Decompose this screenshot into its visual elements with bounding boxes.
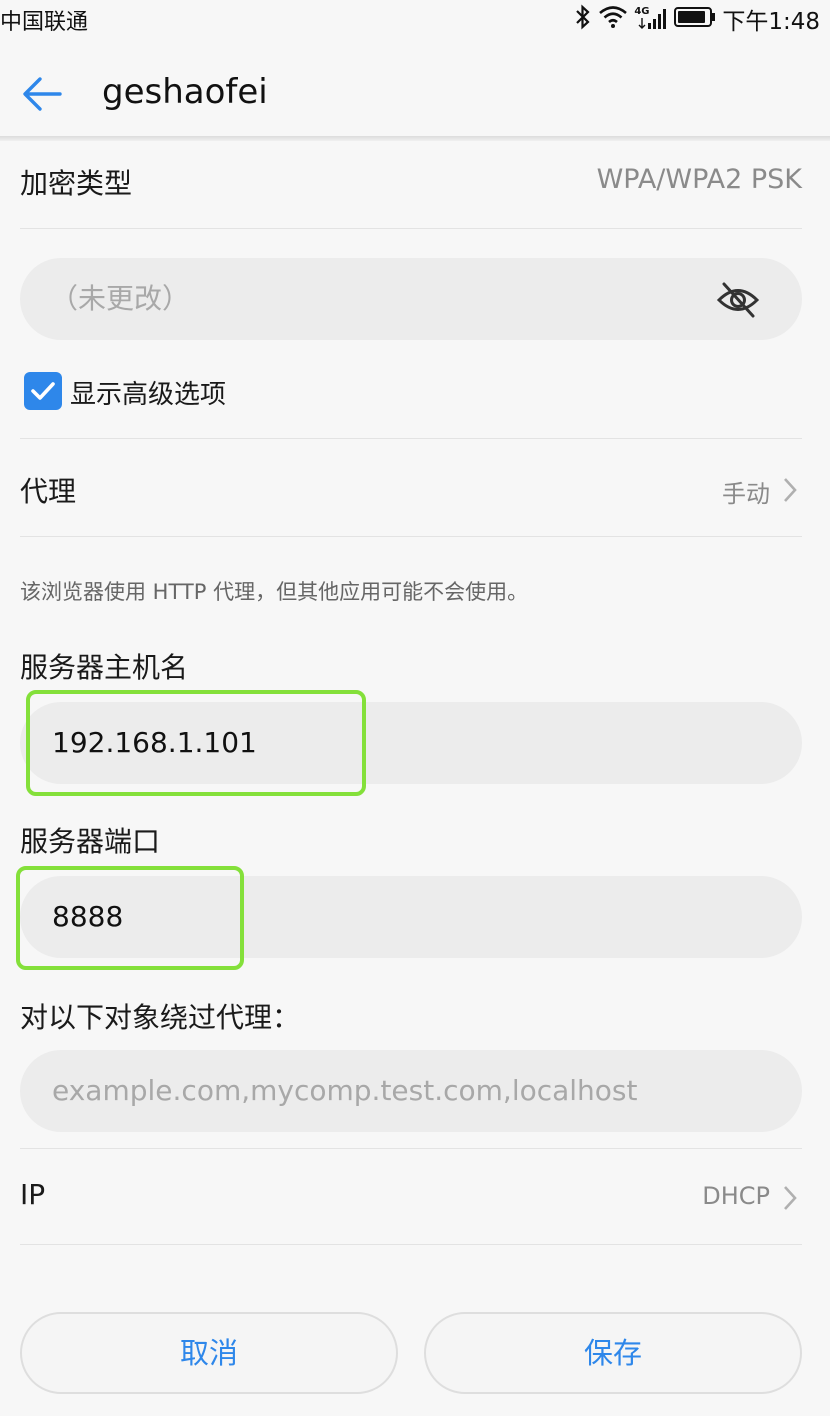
proxy-label: 代理	[20, 475, 77, 508]
ip-settings-row[interactable]: IP DHCP	[20, 1178, 802, 1222]
security-type-value: WPA/WPA2 PSK	[596, 164, 802, 195]
ip-label: IP	[20, 1178, 46, 1211]
signal-icon: 4G	[634, 6, 668, 32]
divider	[20, 228, 802, 229]
divider	[20, 536, 802, 537]
port-highlight-box	[16, 866, 244, 970]
password-placeholder: （未更改）	[50, 282, 191, 315]
chevron-right-icon	[780, 476, 800, 504]
app-bar: geshaofei	[0, 38, 830, 136]
save-button[interactable]: 保存	[424, 1312, 802, 1394]
proxy-value: 手动	[722, 480, 770, 508]
chevron-right-icon	[780, 1184, 800, 1212]
hide-password-eye-icon[interactable]	[716, 278, 760, 322]
security-type-label: 加密类型	[20, 167, 133, 200]
cancel-button[interactable]: 取消	[20, 1312, 398, 1394]
carrier-name: 中国联通	[0, 10, 89, 35]
bypass-label: 对以下对象绕过代理：	[20, 1001, 301, 1034]
host-label: 服务器主机名	[20, 651, 189, 684]
battery-icon	[674, 6, 716, 32]
divider	[20, 1148, 802, 1149]
password-input[interactable]: （未更改）	[20, 258, 802, 340]
bypass-placeholder: example.com,mycomp.test.com,localhost	[52, 1074, 638, 1107]
bluetooth-icon	[574, 4, 592, 34]
bypass-input[interactable]: example.com,mycomp.test.com,localhost	[20, 1050, 802, 1132]
security-type-row: 加密类型 WPA/WPA2 PSK	[20, 162, 802, 202]
back-arrow-icon[interactable]	[20, 72, 64, 116]
page-title: geshaofei	[102, 72, 268, 112]
proxy-row[interactable]: 代理 手动	[20, 470, 802, 514]
status-icons: 4G 下午1:48	[574, 2, 820, 36]
wifi-icon	[598, 5, 628, 33]
port-label: 服务器端口	[20, 825, 161, 858]
divider	[20, 1244, 802, 1245]
advanced-options-label[interactable]: 显示高级选项	[70, 374, 226, 411]
host-highlight-box	[26, 690, 366, 796]
advanced-options-checkbox[interactable]	[24, 372, 62, 410]
status-time: 下午1:48	[722, 9, 820, 35]
app-bar-divider	[0, 136, 830, 141]
checkmark-icon	[31, 382, 55, 400]
status-bar: 中国联通 4G 下午1:48	[0, 0, 830, 38]
ip-value: DHCP	[702, 1182, 770, 1210]
proxy-note: 该浏览器使用 HTTP 代理，但其他应用可能不会使用。	[20, 580, 529, 604]
divider	[20, 438, 802, 439]
